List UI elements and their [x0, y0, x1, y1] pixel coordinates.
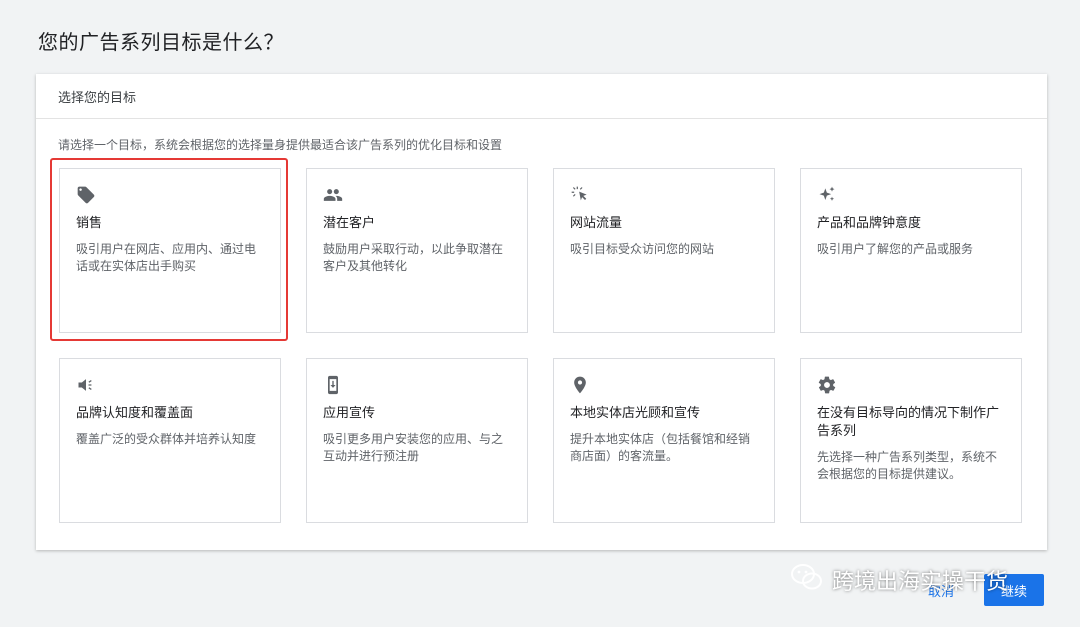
goal-card-title: 品牌认知度和覆盖面	[76, 405, 264, 423]
goal-card-title: 在没有目标导向的情况下制作广 告系列	[817, 405, 1005, 441]
goal-card-description: 提升本地实体店（包括餐馆和经销 商店面）的客流量。	[570, 431, 758, 465]
desc-line: 吸引用户了解您的产品或服务	[817, 241, 1005, 258]
goal-card-leads[interactable]: 潜在客户 鼓励用户采取行动，以此争取潜在 客户及其他转化	[306, 168, 528, 333]
panel-header: 选择您的目标	[36, 74, 1047, 119]
panel-description: 请选择一个目标，系统会根据您的选择量身提供最适合该广告系列的优化目标和设置	[58, 136, 502, 153]
goal-card-title: 应用宣传	[323, 405, 511, 423]
desc-line: 鼓励用户采取行动，以此争取潜在	[323, 241, 511, 258]
sparkle-icon	[817, 185, 839, 207]
desc-line: 提升本地实体店（包括餐馆和经销	[570, 431, 758, 448]
goal-card-no-goal[interactable]: 在没有目标导向的情况下制作广 告系列 先选择一种广告系列类型，系统不 会根据您的…	[800, 358, 1022, 523]
goal-card-title: 潜在客户	[323, 215, 511, 233]
goal-card-description: 鼓励用户采取行动，以此争取潜在 客户及其他转化	[323, 241, 511, 275]
goal-card-brand-consideration[interactable]: 产品和品牌钟意度 吸引用户了解您的产品或服务	[800, 168, 1022, 333]
wechat-logo-icon	[790, 562, 824, 598]
phone-download-icon	[323, 375, 345, 397]
goal-card-description: 吸引目标受众访问您的网站	[570, 241, 758, 258]
goal-card-description: 吸引更多用户安装您的应用、与之 互动并进行预注册	[323, 431, 511, 465]
watermark-text: 跨境出海实操干货	[832, 564, 1008, 596]
goal-card-website-traffic[interactable]: 网站流量 吸引目标受众访问您的网站	[553, 168, 775, 333]
desc-line: 会根据您的目标提供建议。	[817, 466, 1005, 483]
title-line: 在没有目标导向的情况下制作广	[817, 405, 1005, 423]
desc-line: 吸引更多用户安装您的应用、与之	[323, 431, 511, 448]
desc-line: 覆盖广泛的受众群体并培养认知度	[76, 431, 264, 448]
selection-highlight	[50, 158, 288, 341]
watermark: 跨境出海实操干货	[790, 562, 1008, 598]
page-title: 您的广告系列目标是什么？	[38, 26, 284, 55]
goal-card-description: 覆盖广泛的受众群体并培养认知度	[76, 431, 264, 448]
goal-card-local-store-visits[interactable]: 本地实体店光顾和宣传 提升本地实体店（包括餐馆和经销 商店面）的客流量。	[553, 358, 775, 523]
goal-card-title: 网站流量	[570, 215, 758, 233]
desc-line: 商店面）的客流量。	[570, 448, 758, 465]
desc-line: 先选择一种广告系列类型，系统不	[817, 449, 1005, 466]
goal-card-brand-awareness[interactable]: 品牌认知度和覆盖面 覆盖广泛的受众群体并培养认知度	[59, 358, 281, 523]
goal-card-description: 先选择一种广告系列类型，系统不 会根据您的目标提供建议。	[817, 449, 1005, 483]
desc-line: 吸引目标受众访问您的网站	[570, 241, 758, 258]
goal-card-description: 吸引用户了解您的产品或服务	[817, 241, 1005, 258]
gear-icon	[817, 375, 839, 397]
goal-card-title: 本地实体店光顾和宣传	[570, 405, 758, 423]
goal-card-app-promotion[interactable]: 应用宣传 吸引更多用户安装您的应用、与之 互动并进行预注册	[306, 358, 528, 523]
cursor-click-icon	[570, 185, 592, 207]
megaphone-icon	[76, 375, 98, 397]
people-icon	[323, 185, 345, 207]
goal-card-title: 产品和品牌钟意度	[817, 215, 1005, 233]
desc-line: 客户及其他转化	[323, 258, 511, 275]
location-pin-icon	[570, 375, 592, 397]
desc-line: 互动并进行预注册	[323, 448, 511, 465]
title-line: 告系列	[817, 423, 1005, 441]
